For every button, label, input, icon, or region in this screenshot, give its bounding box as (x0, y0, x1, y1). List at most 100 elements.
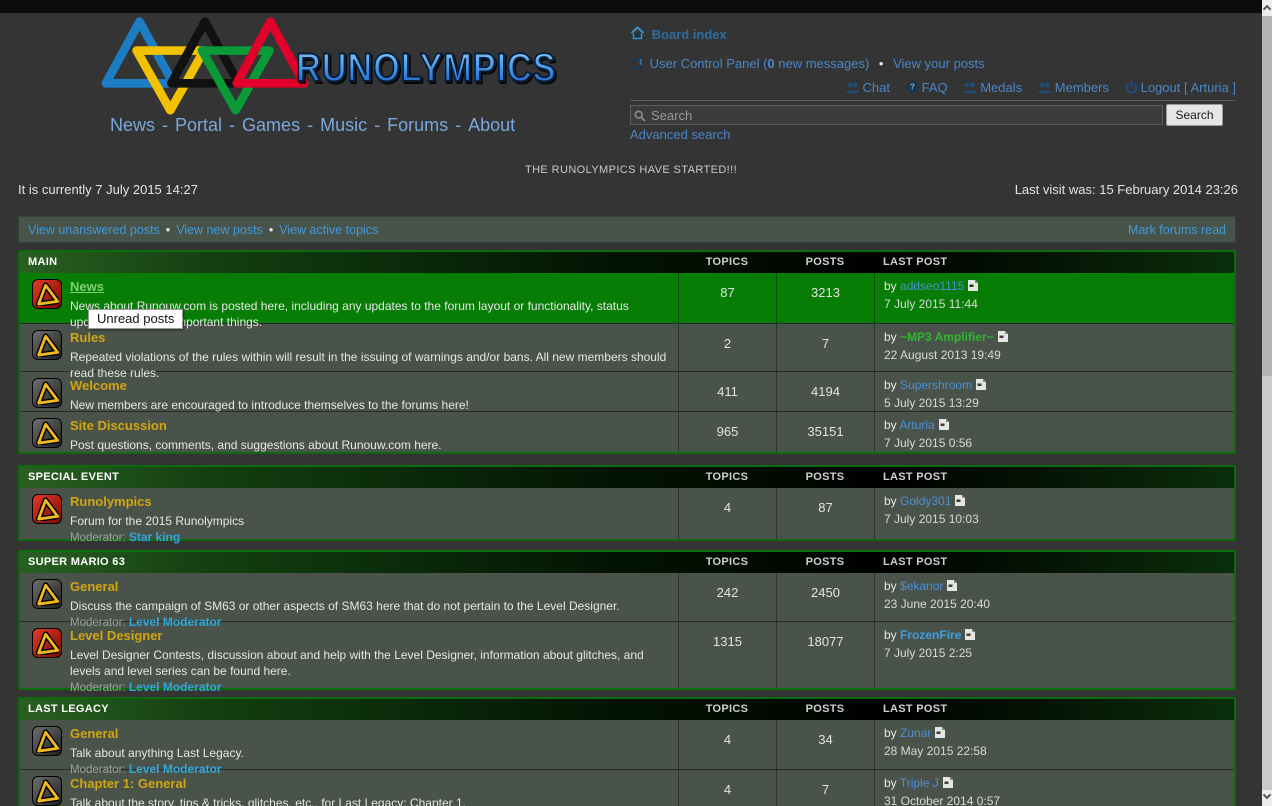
forum-desc: Talk about anything Last Legacy. (70, 745, 670, 761)
menu-faq-label: FAQ (922, 80, 948, 95)
nav-music[interactable]: Music (320, 115, 367, 135)
unread-posts-tooltip: Unread posts (88, 309, 183, 329)
forum-link-welcome[interactable]: Welcome (70, 378, 127, 393)
last-post-date: 28 May 2015 22:58 (884, 744, 1226, 758)
by-label: by (884, 726, 897, 740)
forum-link-sm63-general[interactable]: General (70, 579, 118, 594)
scrollbar-down-arrow-icon[interactable] (1262, 790, 1272, 806)
menu-medals[interactable]: Medals (963, 80, 1022, 95)
moderator-label: Moderator: (70, 682, 126, 694)
posts-count: 7 (776, 324, 874, 371)
category-title: SPECIAL EVENT (20, 467, 678, 488)
last-post-icon[interactable] (968, 280, 978, 294)
forum-row-level-designer: Level Designer Level Designer Contests, … (20, 621, 1234, 688)
by-label: by (884, 776, 897, 790)
column-posts: POSTS (776, 252, 874, 273)
vertical-scrollbar[interactable] (1262, 0, 1272, 806)
last-post-date: 23 June 2015 20:40 (884, 597, 1226, 611)
view-unanswered-posts-link[interactable]: View unanswered posts (28, 223, 160, 237)
forum-link-site-discussion[interactable]: Site Discussion (70, 418, 167, 433)
scrollbar-up-arrow-icon[interactable] (1262, 0, 1272, 16)
last-post-icon[interactable] (998, 331, 1008, 345)
forum-link-ll-general[interactable]: General (70, 726, 118, 741)
search-button[interactable]: Search (1166, 104, 1223, 126)
category-header: SUPER MARIO 63 TOPICS POSTS LAST POST (20, 552, 1234, 573)
last-post-icon[interactable] (935, 727, 945, 741)
menu-faq[interactable]: ?FAQ (906, 80, 948, 95)
moderator-link[interactable]: Level Moderator (129, 680, 222, 694)
ucp-link-suffix[interactable]: new messages) (775, 56, 870, 71)
search-input[interactable] (630, 105, 1163, 125)
mark-forums-read-link[interactable]: Mark forums read (1128, 217, 1226, 242)
scrollbar-thumb[interactable] (1262, 16, 1272, 376)
forum-row-rules: Rules Repeated violations of the rules w… (20, 323, 1234, 371)
forum-link-runolympics[interactable]: Runolympics (70, 494, 152, 509)
forum-link-rules[interactable]: Rules (70, 330, 105, 345)
last-post-user[interactable]: Goldy301 (900, 494, 951, 508)
view-your-posts-link[interactable]: View your posts (893, 56, 985, 71)
nav-portal[interactable]: Portal (175, 115, 222, 135)
last-post-icon[interactable] (947, 580, 957, 594)
header-divider (630, 100, 1236, 101)
last-post-user[interactable]: Zunar (900, 726, 931, 740)
nav-games[interactable]: Games (242, 115, 300, 135)
posts-count: 3213 (776, 273, 874, 323)
nav-dash: - (162, 115, 168, 135)
posts-count: 34 (776, 720, 874, 769)
by-label: by (884, 279, 897, 293)
nav-news[interactable]: News (110, 115, 155, 135)
forum-link-chapter1-general[interactable]: Chapter 1: General (70, 776, 186, 791)
menu-logout[interactable]: Logout [ Arturia ] (1125, 80, 1236, 95)
logo-triangles (98, 14, 310, 116)
last-post-user[interactable]: Triple J (900, 776, 939, 790)
menu-chat[interactable]: Chat (846, 80, 890, 95)
nav-forums[interactable]: Forums (387, 115, 448, 135)
topics-count: 2 (678, 324, 776, 371)
last-post-user[interactable]: $ekanor (900, 579, 943, 593)
view-new-posts-link[interactable]: View new posts (176, 223, 263, 237)
menu-members[interactable]: Members (1038, 80, 1109, 95)
forum-link-news[interactable]: News (70, 279, 104, 294)
forum-row-ll-general: General Talk about anything Last Legacy.… (20, 720, 1234, 769)
last-post-date: 7 July 2015 0:56 (884, 436, 1226, 450)
category-header: MAIN TOPICS POSTS LAST POST (20, 252, 1234, 273)
last-post-icon[interactable] (939, 419, 949, 433)
last-post-icon[interactable] (943, 777, 953, 791)
last-post-user[interactable]: Supershroom (900, 378, 972, 392)
moderator-link[interactable]: Star king (129, 530, 180, 544)
last-post-icon[interactable] (965, 629, 975, 643)
view-active-topics-link[interactable]: View active topics (279, 223, 378, 237)
advanced-search-link[interactable]: Advanced search (630, 127, 730, 142)
column-last-post: LAST POST (874, 252, 1234, 273)
forum-link-level-designer[interactable]: Level Designer (70, 628, 163, 643)
category-main: MAIN TOPICS POSTS LAST POST News News ab… (18, 250, 1236, 454)
forum-desc: New members are encouraged to introduce … (70, 397, 670, 413)
last-post-user[interactable]: ~MP3 Amplifier~ (900, 330, 994, 344)
last-post-date: 22 August 2013 19:49 (884, 348, 1226, 362)
last-post-icon[interactable] (976, 379, 986, 393)
column-topics: TOPICS (678, 252, 776, 273)
by-label: by (884, 330, 897, 344)
last-post-user[interactable]: FrozenFire (900, 628, 961, 642)
column-last-post: LAST POST (874, 552, 1234, 573)
ucp-link[interactable]: User Control Panel ( (650, 56, 768, 71)
topics-count: 242 (678, 573, 776, 621)
board-index-link[interactable]: Board index (652, 27, 727, 42)
nav-about[interactable]: About (468, 115, 515, 135)
forum-desc: Level Designer Contests, discussion abou… (70, 647, 670, 679)
posts-count: 35151 (776, 412, 874, 452)
topics-count: 965 (678, 412, 776, 452)
forum-desc: Discuss the campaign of SM63 or other as… (70, 598, 670, 614)
last-post-icon[interactable] (955, 495, 965, 509)
last-post-date: 7 July 2015 2:25 (884, 646, 1226, 660)
forum-toolbar: View unanswered posts•View new posts•Vie… (18, 216, 1236, 243)
last-post-user[interactable]: Arturia (899, 418, 934, 432)
forum-read-icon (32, 579, 62, 609)
topics-count: 87 (678, 273, 776, 323)
forum-read-icon (32, 776, 62, 806)
forum-read-icon (32, 378, 62, 408)
menu-medals-label: Medals (980, 80, 1022, 95)
chat-icon (846, 82, 860, 97)
faq-icon: ? (906, 81, 919, 97)
last-post-user[interactable]: addseo1115 (900, 279, 964, 293)
